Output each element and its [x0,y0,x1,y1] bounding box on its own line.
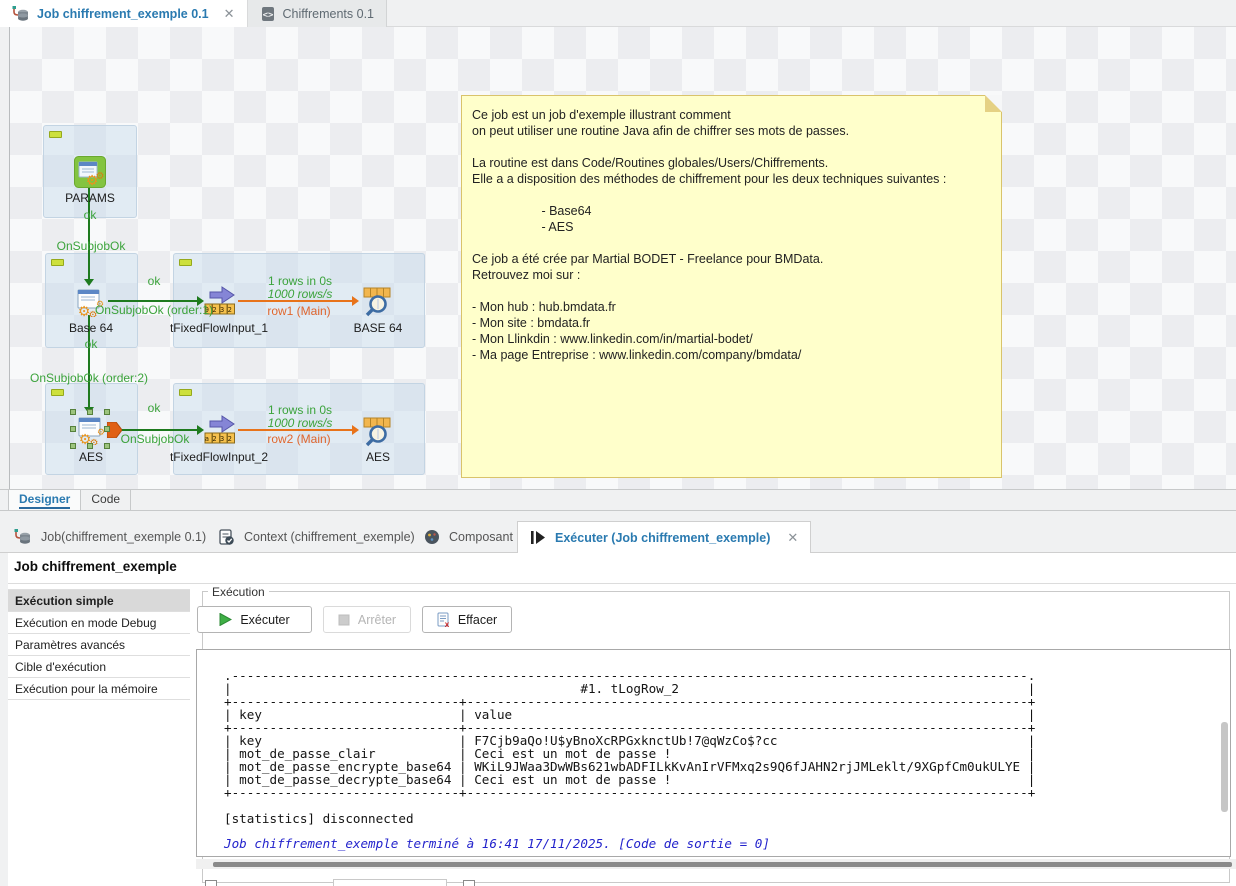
sidebar-item-parametres-avances[interactable]: Paramètres avancés [8,634,190,656]
panel-gap [0,511,1236,521]
tab-code[interactable]: Code [81,490,131,510]
execution-group-label: Exécution [208,585,269,599]
execution-console[interactable]: .---------------------------------------… [196,649,1231,857]
tab-composant[interactable]: Composant [424,521,513,553]
sidebar-item-execution-simple[interactable]: Exécution simple [8,590,190,612]
flow1-rows-label: 1 rows in 0s [268,274,332,288]
tlogrow1-component-icon[interactable] [361,285,393,317]
talend-studio-window: Job chiffrement_exemple 0.1 ✕ Chiffremen… [0,0,1236,886]
flow1-name-label[interactable]: row1 (Main) [267,304,330,318]
execution-sidebar: Exécution simple Exécution en mode Debug… [8,589,190,700]
trace-checkbox[interactable] [463,880,475,886]
arrowhead-right-icon [197,425,204,435]
subjob-flag-icon [179,259,192,266]
tab-label: Chiffrements 0.1 [283,7,374,21]
stop-icon [338,614,350,626]
note-fold-corner-icon [985,95,1002,112]
link-label-onsubjobok-order1[interactable]: OnSubjobOk (order:1) [95,303,213,317]
selection-handle[interactable] [104,443,110,449]
svg-text:a232: a232 [205,435,235,443]
status-ok-label: ok [148,274,161,288]
statistics-checkbox[interactable] [205,880,217,886]
job-icon [14,529,32,545]
status-ok-label: ok [148,401,161,415]
tab-chiffrements[interactable]: Chiffrements 0.1 [248,0,387,27]
sidebar-item-execution-debug[interactable]: Exécution en mode Debug [8,612,190,634]
status-ok-label: ok [85,337,98,351]
component-label-params: PARAMS [65,191,115,205]
component-label-tlogrow1: BASE 64 [354,321,403,335]
aes-component-icon[interactable] [75,413,107,445]
tlogrow2-component-icon[interactable] [361,415,393,447]
cutoff-input-field[interactable] [333,879,447,886]
selection-handle[interactable] [70,443,76,449]
sidebar-item-cible-execution[interactable]: Cible d'exécution [8,656,190,678]
sticky-note[interactable]: Ce job est un job d'exemple illustrant c… [461,95,1002,478]
flow2-rows-label: 1 rows in 0s [268,403,332,417]
component-label-base64: Base 64 [69,321,113,335]
code-file-icon [260,6,276,22]
flow1-rate-label: 1000 rows/s [268,287,333,301]
run-view-title: Job chiffrement_exemple [14,559,177,574]
selection-handle[interactable] [70,409,76,415]
console-vertical-scrollbar[interactable] [1221,722,1228,812]
params-component-icon[interactable] [74,156,106,188]
component-label-tfixedflowinput2: tFixedFlowInput_2 [170,450,268,464]
subjob-flag-icon [179,389,192,396]
flow2-name-label[interactable]: row2 (Main) [267,432,330,446]
horizontal-scrollbar-thumb[interactable] [213,862,1232,867]
tab-job-properties[interactable]: Job(chiffrement_exemple 0.1) [14,521,206,553]
clear-icon [437,612,450,628]
executer-button[interactable]: Exécuter [197,606,312,633]
tab-context[interactable]: Context (chiffrement_exemple) [218,521,415,553]
selection-handle[interactable] [104,409,110,415]
tfixedflowinput2-component-icon[interactable]: a232 [204,414,236,446]
tab-label: Job chiffrement_exemple 0.1 [37,7,209,21]
link-label-onsubjobok[interactable]: OnSubjobOk [57,239,126,253]
run-icon [530,530,546,545]
arrowhead-right-icon [352,425,359,435]
canvas-left-margin [0,27,10,489]
close-icon[interactable]: ✕ [787,530,798,546]
editor-tab-bar: Job chiffrement_exemple 0.1 ✕ Chiffremen… [0,0,1236,27]
status-ok-label: ok [84,208,97,222]
component-label-tfixedflowinput1: tFixedFlowInput_1 [170,321,268,335]
left-margin [0,553,8,886]
selection-handle[interactable] [87,443,93,449]
component-icon [424,529,440,545]
arreter-button: Arrêter [323,606,411,633]
close-icon[interactable]: ✕ [224,6,235,22]
selection-handle[interactable] [104,426,110,432]
selection-handle[interactable] [70,426,76,432]
link-label-onsubjobok-order2[interactable]: OnSubjobOk (order:2) [30,371,148,385]
console-status-line: Job chiffrement_exemple terminé à 16:41 … [224,837,1230,850]
selection-handle[interactable] [87,409,93,415]
subjob-flag-icon [51,389,64,396]
divider [8,583,1236,584]
console-output: .---------------------------------------… [224,669,1230,825]
subjob-flag-icon [51,259,64,266]
tab-designer[interactable]: Designer [8,490,81,510]
note-text: Ce job est un job d'exemple illustrant c… [472,107,946,363]
link-line-base64-tfixed1[interactable] [108,300,198,302]
job-icon [12,6,30,22]
view-tab-bar: Designer Code [0,489,1236,511]
flow2-rate-label: 1000 rows/s [268,416,333,430]
arrowhead-right-icon [352,296,359,306]
tab-executer[interactable]: Exécuter (Job chiffrement_exemple) ✕ [517,521,811,553]
bottom-panel-tab-bar: Job(chiffrement_exemple 0.1) Context (ch… [0,521,1236,553]
tab-job-chiffrement-exemple[interactable]: Job chiffrement_exemple 0.1 ✕ [0,0,248,27]
component-label-tlogrow2: AES [366,450,390,464]
component-label-aes: AES [79,450,103,464]
sidebar-item-execution-memoire[interactable]: Exécution pour la mémoire [8,678,190,700]
link-label-onsubjobok-aes[interactable]: OnSubjobOk [121,432,190,446]
link-line-aes-tfixed2[interactable] [122,429,198,431]
play-icon [219,613,232,626]
subjob-flag-icon [49,131,62,138]
effacer-button[interactable]: Effacer [422,606,512,633]
context-icon [218,529,235,545]
